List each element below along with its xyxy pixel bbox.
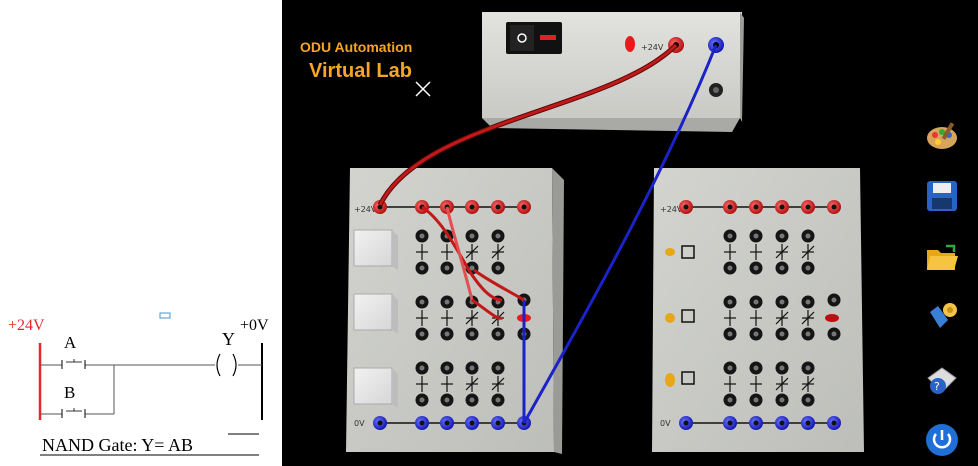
pushbutton-2[interactable] xyxy=(353,293,398,334)
caption-overline: AB xyxy=(167,435,193,455)
help-button[interactable]: ? xyxy=(924,362,960,398)
settings-button[interactable] xyxy=(924,298,960,334)
contact-a-label: A xyxy=(64,333,77,352)
power-button[interactable] xyxy=(924,422,960,458)
ground-label: +0V xyxy=(240,317,269,334)
contact-b xyxy=(61,408,86,418)
svg-text:?: ? xyxy=(934,380,940,393)
pushbutton-3[interactable] xyxy=(353,367,398,408)
left-board-bottom-label: 0V xyxy=(354,419,365,428)
app-title-line1: ODU Automation xyxy=(300,39,413,55)
contact-b-label: B xyxy=(64,383,76,402)
coil-y xyxy=(216,353,237,377)
right-board[interactable]: +24V 0V xyxy=(652,168,864,452)
caption-text: NAND Gate: Y= xyxy=(42,435,168,455)
save-icon xyxy=(927,181,957,211)
coil-label: Y xyxy=(222,329,235,349)
open-folder-icon xyxy=(927,244,958,270)
app-title-line2: Virtual Lab xyxy=(309,60,412,82)
pushbutton-1[interactable] xyxy=(353,229,398,270)
supply-label: +24V xyxy=(8,317,45,334)
caption: NAND Gate: Y= AB xyxy=(42,436,193,454)
contact-a xyxy=(61,359,86,369)
right-board-bottom-label: 0V xyxy=(660,419,671,428)
save-button[interactable] xyxy=(924,178,960,214)
power-icon xyxy=(926,424,958,456)
ladder-diagram-panel: +24V A B Y +0V NAND Gate: Y= AB xyxy=(0,0,282,466)
settings-icon xyxy=(930,303,957,328)
help-icon: ? xyxy=(927,367,957,394)
cursor-mark xyxy=(159,312,171,319)
close-icon[interactable] xyxy=(415,81,431,97)
right-board-coil-led xyxy=(825,314,839,322)
open-button[interactable] xyxy=(924,240,960,276)
power-switch[interactable] xyxy=(506,22,562,54)
palette-button[interactable] xyxy=(924,118,960,154)
power-led xyxy=(625,36,635,52)
palette-icon xyxy=(927,122,957,149)
ladder-diagram xyxy=(38,312,263,456)
virtual-lab-stage[interactable]: +24V +24V 0V +24V 0V ODU Automation Virt… xyxy=(282,0,978,466)
ps-terminal-label: +24V xyxy=(641,43,664,52)
